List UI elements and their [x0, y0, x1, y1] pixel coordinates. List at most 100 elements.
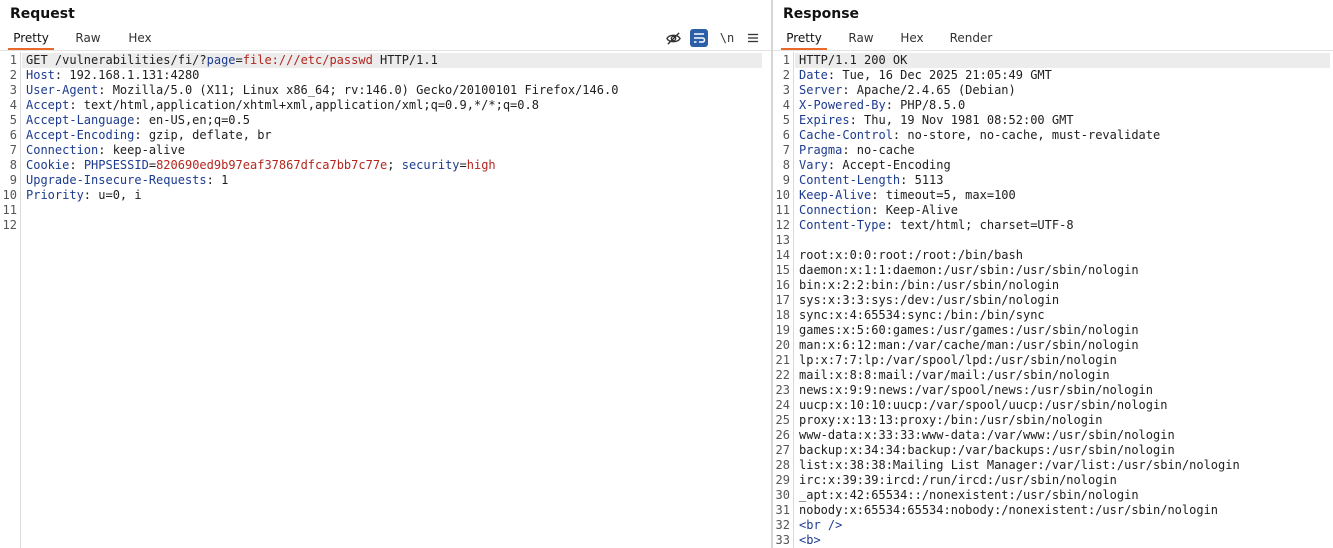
hamburger-menu-icon [748, 33, 758, 43]
line-number: 18 [775, 308, 790, 322]
response-code-line: Keep-Alive: timeout=5, max=100 [799, 188, 1016, 203]
line-number: 7 [9, 143, 17, 157]
response-editor[interactable]: 1 HTTP/1.1 200 OK 2 Date: Tue, 16 Dec 2025 … [773, 52, 1333, 548]
response-code-line: _apt:x:42:65534::/nonexistent:/usr/sbin/… [799, 488, 1139, 503]
line-number: 33 [775, 533, 790, 547]
line-number: 2 [9, 68, 17, 82]
show-newlines-button[interactable]: \n [718, 29, 736, 47]
line-number: 25 [775, 413, 790, 427]
response-code-line: Date: Tue, 16 Dec 2025 21:05:49 GMT [799, 68, 1052, 83]
options-menu-button[interactable] [744, 29, 762, 47]
line-number: 3 [9, 83, 17, 97]
hide-nonprintable-button[interactable] [664, 29, 682, 47]
token-text: sys:x:3:3:sys:/dev:/usr/sbin/nologin [799, 293, 1060, 307]
response-title: Response [783, 6, 860, 22]
response-code-line: www-data:x:33:33:www-data:/var/www:/usr/… [799, 428, 1175, 443]
response-code-line: sys:x:3:3:sys:/dev:/usr/sbin/nologin [799, 293, 1059, 308]
response-code-line: list:x:38:38:Mailing List Manager:/var/l… [799, 458, 1240, 473]
token-text: HTTP/1.1 200 OK [799, 53, 908, 67]
line-number: 3 [782, 83, 790, 97]
tab-raw[interactable]: Raw [66, 30, 110, 48]
line-number: 6 [9, 128, 17, 142]
tab-pretty[interactable]: Pretty [8, 30, 54, 50]
token-text: root:x:0:0:root:/root:/bin/bash [799, 248, 1023, 262]
tab-hex[interactable]: Hex [118, 30, 162, 48]
line-number: 9 [782, 173, 790, 187]
line-number: 6 [782, 128, 790, 142]
line-number: 13 [775, 233, 790, 247]
token-text: : en-US,en;q=0.5 [134, 113, 250, 127]
response-code-line: sync:x:4:65534:sync:/bin:/bin/sync [799, 308, 1045, 323]
token-text: : 192.168.1.131:4280 [54, 68, 200, 82]
request-editor[interactable]: 1 GET /vulnerabilities/fi/?page=file:///e… [0, 52, 771, 548]
line-number: 10 [2, 188, 17, 202]
token-key: Accept-Encoding [26, 128, 135, 142]
line-number: 26 [775, 428, 790, 442]
tab-raw[interactable]: Raw [839, 30, 883, 48]
response-code-line: Content-Length: 5113 [799, 173, 944, 188]
response-code-line: <b> [799, 533, 821, 548]
token-text: : keep-alive [98, 143, 185, 157]
request-code-line: Cookie: PHPSESSID=820690ed9b97eaf37867df… [26, 158, 496, 173]
line-number: 4 [9, 98, 17, 112]
line-number: 17 [775, 293, 790, 307]
line-number: 24 [775, 398, 790, 412]
token-key: Content-Length [799, 173, 901, 187]
token-value: 820690ed9b97eaf37867dfca7bb7c77e [156, 158, 388, 172]
line-number: 16 [775, 278, 790, 292]
line-number: 9 [9, 173, 17, 187]
response-code-line: backup:x:34:34:backup:/var/backups:/usr/… [799, 443, 1175, 458]
line-number: 23 [775, 383, 790, 397]
token-text: sync:x:4:65534:sync:/bin:/bin/sync [799, 308, 1045, 322]
tab-pretty[interactable]: Pretty [781, 30, 827, 50]
token-key: <b> [799, 533, 821, 547]
token-text: : no-cache [842, 143, 915, 157]
token-key: page [206, 53, 236, 67]
token-text: man:x:6:12:man:/var/cache/man:/usr/sbin/… [799, 338, 1139, 352]
token-text: backup:x:34:34:backup:/var/backups:/usr/… [799, 443, 1175, 457]
token-text: : Accept-Encoding [827, 158, 951, 172]
token-key: X-Powered-By [799, 98, 886, 112]
token-text: mail:x:8:8:mail:/var/mail:/usr/sbin/nolo… [799, 368, 1110, 382]
line-number: 8 [782, 158, 790, 172]
response-code-line: daemon:x:1:1:daemon:/usr/sbin:/usr/sbin/… [799, 263, 1139, 278]
response-code-line: HTTP/1.1 200 OK [799, 53, 907, 68]
line-number: 27 [775, 443, 790, 457]
token-key: Cache-Control [799, 128, 893, 142]
response-code-line: Expires: Thu, 19 Nov 1981 08:52:00 GMT [799, 113, 1074, 128]
line-number: 1 [9, 53, 17, 67]
token-key: security [401, 158, 460, 172]
token-key: Content-Type [799, 218, 886, 232]
token-key: Keep-Alive [799, 188, 872, 202]
token-key: Accept-Language [26, 113, 135, 127]
line-number: 32 [775, 518, 790, 532]
wrap-lines-icon [694, 33, 706, 43]
response-code-line: mail:x:8:8:mail:/var/mail:/usr/sbin/nolo… [799, 368, 1110, 383]
token-key: Upgrade-Insecure-Requests [26, 173, 207, 187]
response-code-line: lp:x:7:7:lp:/var/spool/lpd:/usr/sbin/nol… [799, 353, 1117, 368]
line-number: 11 [775, 203, 790, 217]
line-number: 5 [9, 113, 17, 127]
response-code-line: nobody:x:65534:65534:nobody:/nonexistent… [799, 503, 1218, 518]
request-code-line: Accept-Language: en-US,en;q=0.5 [26, 113, 250, 128]
tab-render[interactable]: Render [945, 30, 997, 48]
tab-hex[interactable]: Hex [890, 30, 934, 48]
response-code-line: root:x:0:0:root:/root:/bin/bash [799, 248, 1023, 263]
request-code-line: Upgrade-Insecure-Requests: 1 [26, 173, 228, 188]
line-number: 31 [775, 503, 790, 517]
token-text: HTTP/1.1 [372, 53, 438, 67]
line-number: 1 [782, 53, 790, 67]
response-code-line: Content-Type: text/html; charset=UTF-8 [799, 218, 1074, 233]
token-text: games:x:5:60:games:/usr/games:/usr/sbin/… [799, 323, 1139, 337]
request-code-line: Priority: u=0, i [26, 188, 142, 203]
request-code-line: Accept: text/html,application/xhtml+xml,… [26, 98, 539, 113]
response-code-line: Connection: Keep-Alive [799, 203, 958, 218]
token-text: _apt:x:42:65534::/nonexistent:/usr/sbin/… [799, 488, 1139, 502]
token-value: file:///etc/passwd [242, 53, 373, 67]
line-number: 30 [775, 488, 790, 502]
line-number: 11 [2, 203, 17, 217]
response-code-line: Server: Apache/2.4.65 (Debian) [799, 83, 1016, 98]
response-code-line: proxy:x:13:13:proxy:/bin:/usr/sbin/nolog… [799, 413, 1102, 428]
token-text: : [69, 158, 84, 172]
wrap-lines-button[interactable] [690, 29, 708, 47]
